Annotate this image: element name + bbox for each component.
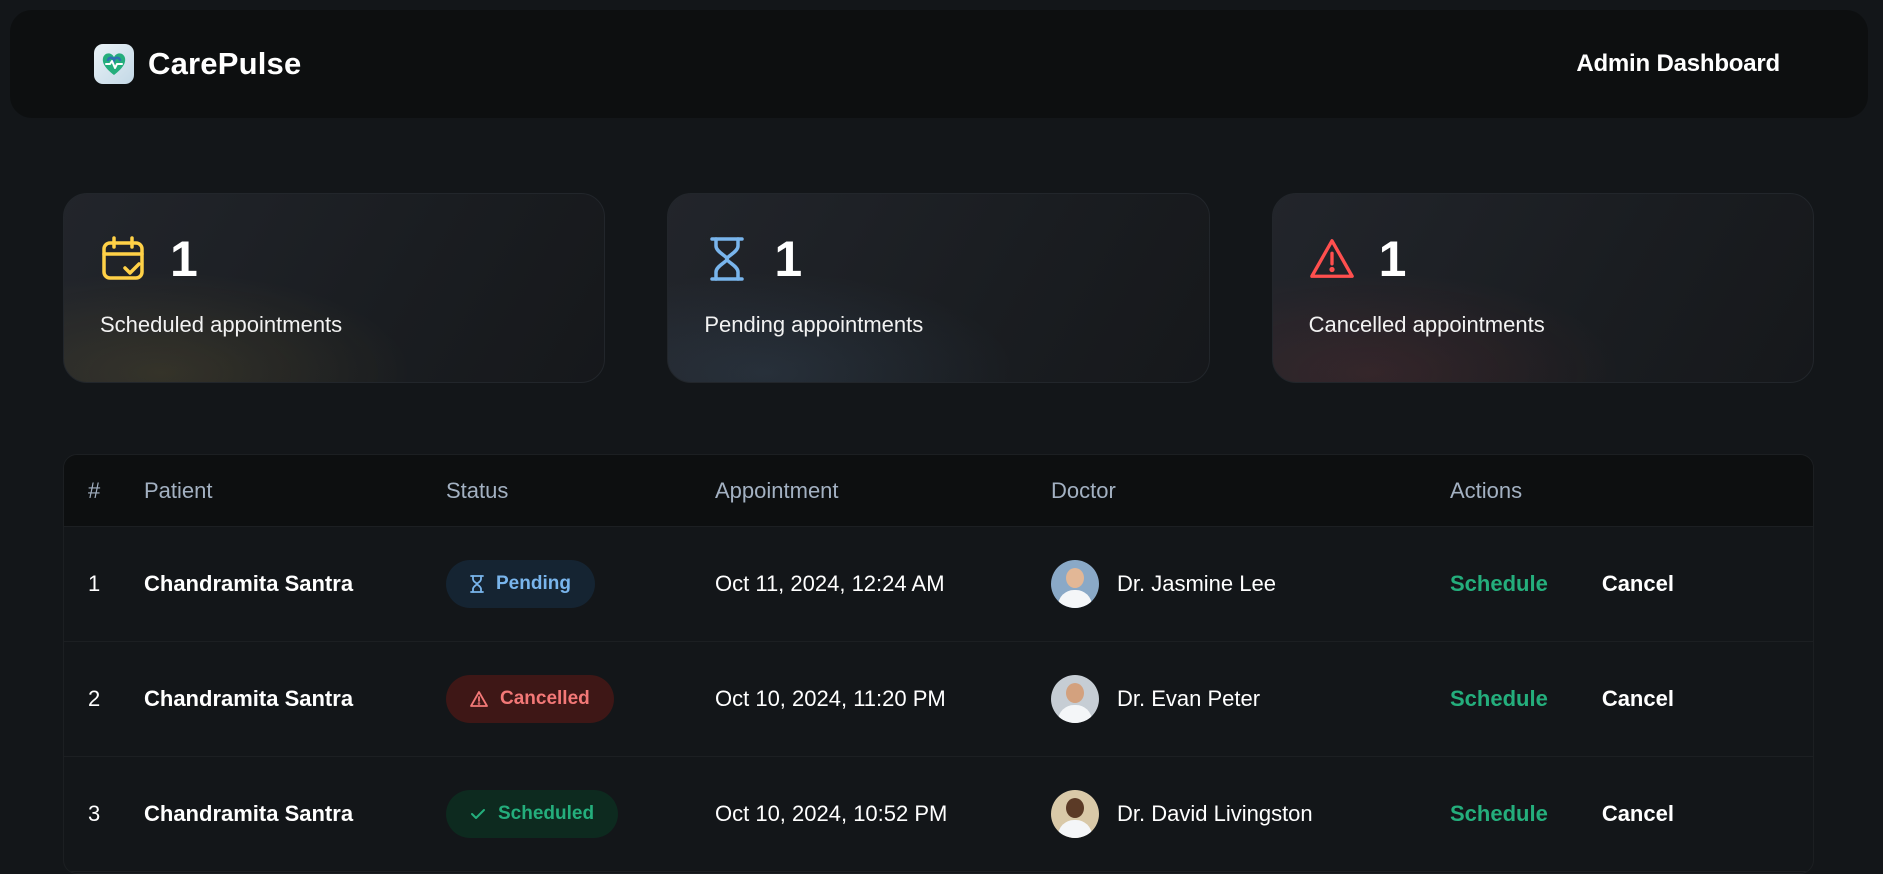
appointments-table: # Patient Status Appointment Doctor Acti… xyxy=(63,454,1814,874)
status-label: Cancelled xyxy=(500,688,590,709)
doctor-cell: Dr. David Livingston xyxy=(1051,790,1450,838)
column-header-actions: Actions xyxy=(1450,477,1523,503)
row-number: 1 xyxy=(88,571,101,596)
column-header-status: Status xyxy=(446,477,509,503)
alert-triangle-icon xyxy=(470,691,488,707)
stat-card-cancelled: 1 Cancelled appointments xyxy=(1271,193,1814,383)
stat-count: 1 xyxy=(774,231,803,287)
avatar xyxy=(1051,675,1099,723)
stat-label: Scheduled appointments xyxy=(100,312,343,337)
table-header: # Patient Status Appointment Doctor Acti… xyxy=(64,455,1813,527)
brand[interactable]: CarePulse xyxy=(94,44,301,84)
table-row: 3 Chandramita Santra Scheduled Oct 10, 2… xyxy=(64,757,1813,872)
status-badge: Scheduled xyxy=(446,790,619,838)
status-label: Pending xyxy=(496,573,571,594)
check-icon xyxy=(471,809,485,819)
row-number: 2 xyxy=(88,686,101,711)
column-header-patient: Patient xyxy=(144,477,213,503)
row-number: 3 xyxy=(88,801,101,826)
stat-label: Pending appointments xyxy=(704,312,924,337)
doctor-name: Dr. David Livingston xyxy=(1117,801,1313,826)
appointment-time: Oct 10, 2024, 11:20 PM xyxy=(715,686,946,711)
stat-count: 1 xyxy=(170,231,198,287)
schedule-button[interactable]: Schedule xyxy=(1450,686,1548,712)
doctor-cell: Dr. Jasmine Lee xyxy=(1051,560,1450,608)
table-row: 2 Chandramita Santra Cancelled Oct 10, 2… xyxy=(64,642,1813,757)
doctor-cell: Dr. Evan Peter xyxy=(1051,675,1450,723)
avatar xyxy=(1051,560,1099,608)
column-header-appointment: Appointment xyxy=(715,477,839,503)
schedule-button[interactable]: Schedule xyxy=(1450,571,1548,597)
patient-name: Chandramita Santra xyxy=(144,801,354,826)
appointment-time: Oct 10, 2024, 10:52 PM xyxy=(715,801,948,826)
column-header-doctor: Doctor xyxy=(1051,477,1116,503)
status-badge: Pending xyxy=(446,560,595,608)
cancel-button[interactable]: Cancel xyxy=(1602,571,1674,597)
appointment-time: Oct 11, 2024, 12:24 AM xyxy=(715,571,945,596)
top-header: CarePulse Admin Dashboard xyxy=(10,10,1868,118)
stat-card-pending: 1 Pending appointments xyxy=(667,193,1210,383)
avatar xyxy=(1051,790,1099,838)
schedule-button[interactable]: Schedule xyxy=(1450,801,1548,827)
status-label: Scheduled xyxy=(498,803,595,824)
doctor-name: Dr. Evan Peter xyxy=(1117,686,1261,711)
stats-row: 1 Scheduled appointments 1 Pending appoi… xyxy=(63,193,1814,383)
cancel-button[interactable]: Cancel xyxy=(1602,801,1674,827)
column-header-number: # xyxy=(88,477,101,503)
status-badge: Cancelled xyxy=(446,675,614,723)
calendar-check-icon xyxy=(100,236,146,282)
table-row: 1 Chandramita Santra Pending Oct 11, 202… xyxy=(64,527,1813,642)
alert-triangle-icon xyxy=(1309,236,1355,282)
page-title: Admin Dashboard xyxy=(1576,50,1780,77)
stat-card-scheduled: 1 Scheduled appointments xyxy=(63,193,606,383)
doctor-name: Dr. Jasmine Lee xyxy=(1117,571,1276,596)
stat-label: Cancelled appointments xyxy=(1308,312,1545,337)
heart-pulse-icon xyxy=(94,44,134,84)
hourglass-icon xyxy=(470,575,484,593)
brand-name: CarePulse xyxy=(148,46,302,81)
stat-count: 1 xyxy=(1378,231,1407,287)
hourglass-icon xyxy=(704,236,750,282)
patient-name: Chandramita Santra xyxy=(144,571,354,596)
patient-name: Chandramita Santra xyxy=(144,686,354,711)
cancel-button[interactable]: Cancel xyxy=(1602,686,1674,712)
